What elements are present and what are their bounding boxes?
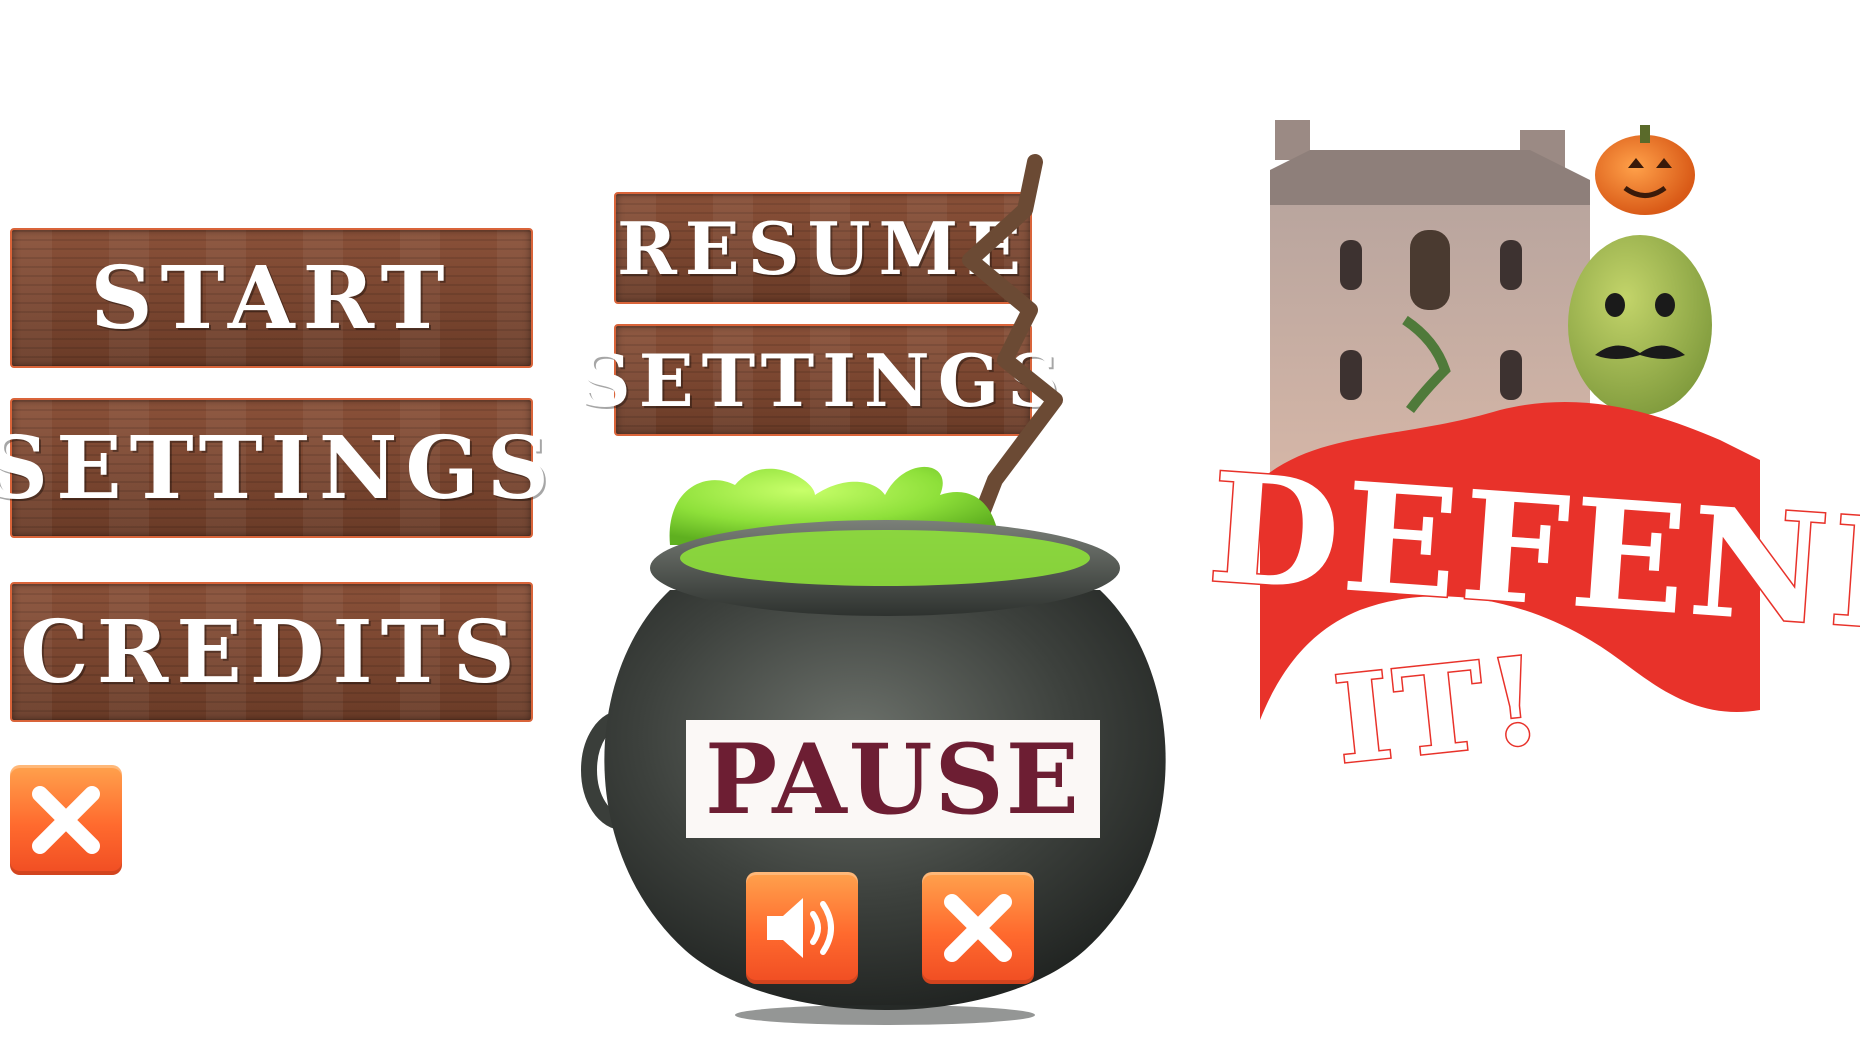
close-icon (944, 894, 1012, 962)
ghost-mascot (1568, 235, 1712, 415)
pause-title: PAUSE (705, 722, 1081, 836)
close-icon (32, 786, 100, 854)
close-button[interactable] (10, 765, 122, 875)
credits-button-label: CREDITS (20, 601, 523, 703)
credits-button[interactable]: CREDITS (10, 582, 533, 722)
start-button[interactable]: START (10, 228, 533, 368)
start-button-label: START (90, 247, 453, 349)
logo-title-line2: IT! (1327, 628, 1554, 793)
pause-close-button[interactable] (922, 872, 1034, 984)
speaker-icon (767, 898, 834, 958)
pumpkin-icon (1595, 125, 1695, 215)
settings-button-label: SETTINGS (0, 417, 557, 519)
sound-toggle-button[interactable] (746, 872, 858, 984)
settings-button[interactable]: SETTINGS (0, 398, 549, 538)
pause-title-plate: PAUSE (686, 720, 1100, 838)
cauldron-image (581, 154, 1166, 1025)
